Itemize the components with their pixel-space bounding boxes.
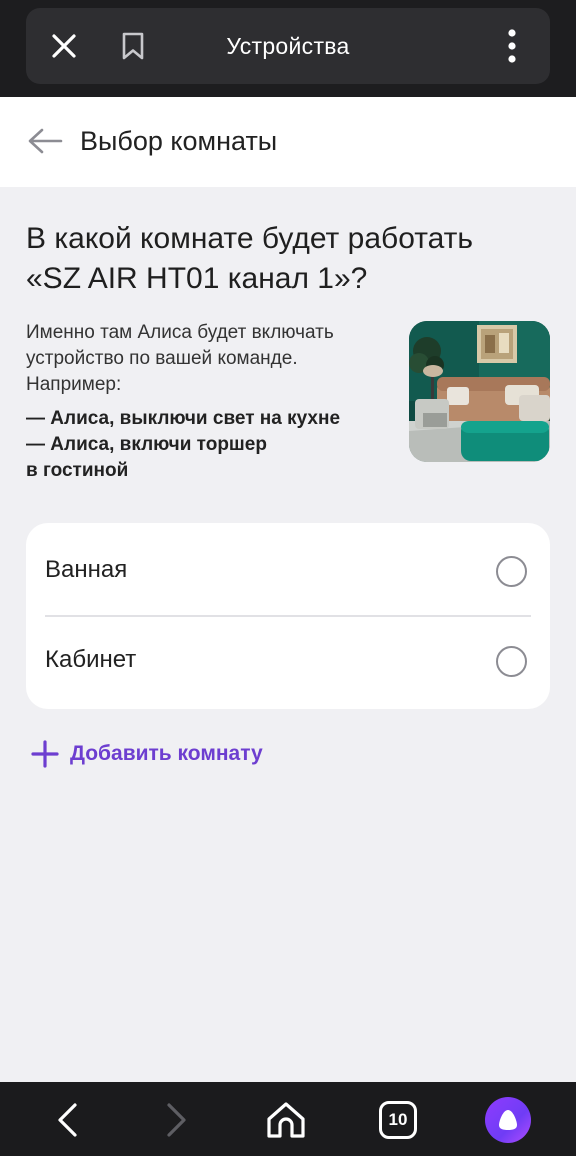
tabs-icon[interactable]: 10: [376, 1098, 420, 1142]
alice-button: [485, 1097, 531, 1143]
living-room-image: [409, 321, 550, 462]
question-line-2: «SZ AIR HT01 канал 1»?: [26, 262, 368, 295]
room-option-label: Кабинет: [45, 646, 137, 673]
add-room-label: Добавить комнату: [70, 742, 263, 765]
browser-address-pill: Устройства: [26, 8, 550, 84]
room-list: Ванная Кабинет: [26, 523, 550, 709]
tabs-count: 10: [379, 1101, 417, 1139]
room-radio[interactable]: [496, 556, 527, 587]
bookmark-icon[interactable]: [118, 30, 148, 62]
plus-icon: [31, 740, 59, 768]
alice-icon[interactable]: [485, 1097, 531, 1143]
question-line-1: В какой комнате будет работать: [26, 222, 474, 255]
home-icon[interactable]: [264, 1098, 308, 1142]
browser-bottom-bar: 10: [0, 1082, 576, 1156]
page-title: Выбор комнаты: [80, 126, 278, 156]
page-header: Выбор комнаты: [0, 97, 576, 187]
close-icon[interactable]: [46, 28, 82, 64]
command-examples: — Алиса, выключи свет на кухне — Алиса, …: [26, 406, 386, 484]
room-option[interactable]: Ванная: [26, 525, 550, 617]
back-icon[interactable]: [45, 1098, 89, 1142]
room-radio[interactable]: [496, 646, 527, 677]
browser-page-title: Устройства: [226, 33, 350, 59]
room-question: В какой комнате будет работать «SZ AIR H…: [26, 219, 556, 299]
arrow-left-icon[interactable]: [26, 125, 64, 157]
page: Устройства Выбор комнаты В какой комнате…: [0, 0, 576, 1156]
more-vertical-icon[interactable]: [498, 26, 526, 66]
room-option[interactable]: Кабинет: [26, 615, 550, 705]
example-line: — Алиса, выключи свет на кухне: [26, 408, 341, 429]
add-room-button[interactable]: Добавить комнату: [30, 736, 290, 772]
browser-top-bar: Устройства: [0, 0, 576, 97]
room-description: Именно там Алиса будет включать устройст…: [26, 322, 334, 395]
forward-icon[interactable]: [155, 1098, 199, 1142]
example-line: в гостиной: [26, 460, 129, 481]
room-option-label: Ванная: [45, 556, 128, 583]
example-line: — Алиса, включи торшер: [26, 434, 267, 455]
